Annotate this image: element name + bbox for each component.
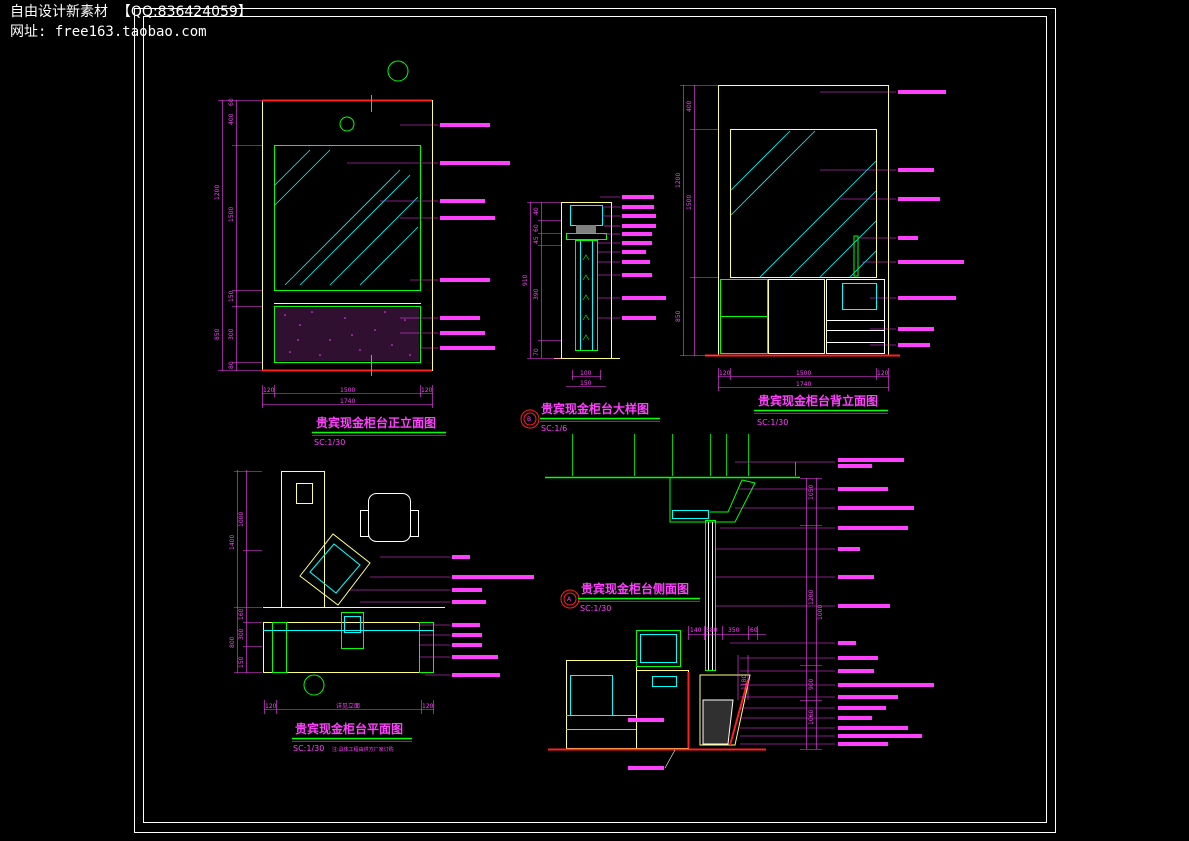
- back-dim-v-1500: 1500: [686, 195, 693, 210]
- section-dim-h-580: 580: [706, 627, 718, 634]
- front-dim-v-150: 150: [228, 290, 235, 302]
- plan-dim-v-800: 800: [229, 636, 236, 648]
- section-dim-v-900: 900: [808, 678, 815, 690]
- front-dim-v-1200: 1200: [214, 185, 221, 200]
- back-dim-v-850: 850: [675, 310, 682, 322]
- detail-section: 40 60 45 910 390 70 100 150 B 贵宾现金柜台大样图 …: [520, 195, 666, 433]
- front-dim-v-300: 300: [228, 328, 235, 340]
- plan-note: 注:具体工程由供方厂家订购: [332, 746, 394, 753]
- cad-drawing-canvas: 400 1500 1200 150 850 300 80 60 120 1500…: [134, 8, 1056, 833]
- front-dim-v-850: 850: [214, 328, 221, 340]
- side-section: 1050 1200 1000 900 1060 140 580 350 60 1…: [545, 434, 934, 770]
- back-elevation-scale: SC:1/30: [757, 418, 788, 427]
- back-elevation: 400 1500 1200 850 120 1500 120 1740 贵宾现金…: [675, 85, 964, 427]
- front-dim-h-1740: 1740: [340, 398, 355, 405]
- front-dim-h-120a: 120: [263, 387, 275, 394]
- back-dim-h-120b: 120: [877, 370, 889, 377]
- detail-title: 贵宾现金柜台大样图: [541, 401, 649, 416]
- detail-scale: SC:1/6: [541, 424, 567, 433]
- back-dim-v-400: 400: [686, 100, 693, 112]
- front-dim-v-60: 60: [228, 98, 235, 106]
- section-dim-h-60: 60: [750, 627, 758, 634]
- back-dim-h-1740: 1740: [796, 381, 811, 388]
- front-dim-v-1500: 1500: [228, 207, 235, 222]
- back-dim-h-120a: 120: [719, 370, 731, 377]
- section-dim-h-350: 350: [728, 627, 740, 634]
- plan-dim-h-120b: 120: [422, 703, 434, 710]
- detail-dim-v-60: 60: [533, 224, 540, 232]
- detail-dim-h-100: 100: [580, 370, 592, 377]
- section-dim-v-1050: 1050: [808, 485, 815, 500]
- back-dim-h-1500: 1500: [796, 370, 811, 377]
- section-marker: A: [567, 596, 572, 603]
- section-scale: SC:1/30: [580, 604, 611, 613]
- section-dim-v-1060: 1060: [808, 710, 815, 725]
- front-elevation: 400 1500 1200 150 850 300 80 60 120 1500…: [214, 60, 510, 447]
- front-dim-h-120b: 120: [421, 387, 433, 394]
- plan-dim-v-150: 150: [238, 656, 245, 668]
- section-dim-v-1200: 1200: [808, 590, 815, 605]
- front-dim-v-80: 80: [228, 361, 235, 369]
- plan-title: 贵宾现金柜台平面图: [295, 721, 403, 736]
- detail-dim-h-150: 150: [580, 380, 592, 387]
- detail-dim-v-910: 910: [522, 274, 529, 286]
- plan-dim-v-1000: 1000: [238, 512, 245, 527]
- plan-dim-h-label: 详见立面: [336, 702, 360, 710]
- front-dim-h-1500: 1500: [340, 387, 355, 394]
- detail-dim-v-70: 70: [533, 348, 540, 356]
- section-dim-v-1000: 1000: [817, 605, 824, 620]
- section-dim-h-1180: 1180: [741, 675, 748, 690]
- back-dim-v-1200: 1200: [675, 173, 682, 188]
- detail-dim-v-40: 40: [533, 207, 540, 215]
- detail-marker: B: [527, 416, 531, 423]
- section-title: 贵宾现金柜台侧面图: [581, 581, 689, 596]
- front-elevation-scale: SC:1/30: [314, 438, 345, 447]
- section-dim-h-140: 140: [690, 627, 702, 634]
- plan-dim-v-300: 300: [238, 628, 245, 640]
- back-elevation-title: 贵宾现金柜台背立面图: [758, 393, 878, 408]
- front-dim-v-400: 400: [228, 113, 235, 125]
- detail-dim-v-390: 390: [533, 288, 540, 300]
- front-elevation-title: 贵宾现金柜台正立面图: [316, 415, 436, 430]
- plan-view: 1400 1000 160 800 300 150 120 详见立面 120 贵…: [229, 470, 534, 753]
- detail-dim-v-45: 45: [533, 236, 540, 244]
- plan-dim-v-160: 160: [238, 608, 245, 620]
- inner-frame: [143, 16, 1047, 823]
- plan-dim-v-1400: 1400: [229, 535, 236, 550]
- plan-dim-h-120a: 120: [265, 703, 277, 710]
- plan-scale: SC:1/30: [293, 744, 324, 753]
